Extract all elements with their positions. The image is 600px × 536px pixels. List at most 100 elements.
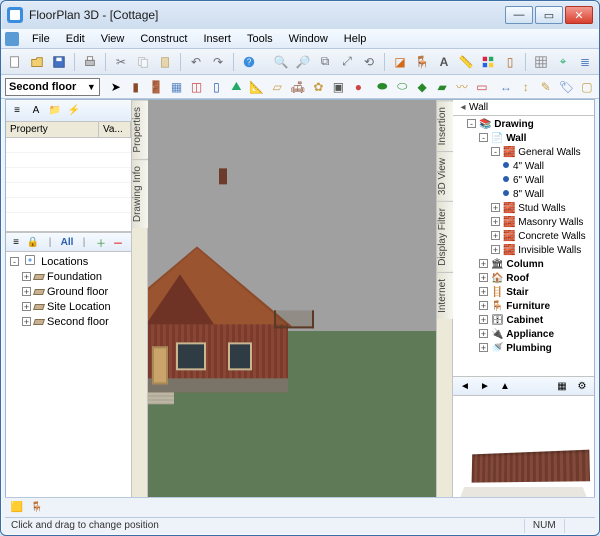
loc-all-label[interactable]: All: [60, 235, 74, 249]
sidetab-properties[interactable]: Properties: [132, 100, 148, 159]
slab-tool[interactable]: ▱: [269, 77, 285, 97]
column-tool[interactable]: ▯: [208, 77, 224, 97]
menu-help[interactable]: Help: [337, 31, 374, 47]
maximize-button[interactable]: ▭: [535, 6, 563, 24]
loc-add-icon[interactable]: ＋: [94, 235, 108, 249]
lib-4-wall[interactable]: 4" Wall: [503, 160, 592, 174]
lib-8-wall[interactable]: 8" Wall: [503, 188, 592, 202]
render-style-icon[interactable]: ◪: [390, 52, 410, 72]
zoom-window-icon[interactable]: ⧉: [315, 52, 335, 72]
dim-area-icon[interactable]: ▢: [579, 77, 595, 97]
terrain-3-icon[interactable]: ◆: [414, 77, 430, 97]
prop-sort-icon[interactable]: A: [28, 103, 44, 119]
path-tool[interactable]: 〰: [454, 77, 470, 97]
zoom-prev-icon[interactable]: ⟲: [359, 52, 379, 72]
floor-selector[interactable]: Second floor ▼: [5, 78, 100, 96]
twisty-icon[interactable]: -: [10, 257, 19, 266]
locations-tree[interactable]: - Locations +Foundation +Ground floor +S…: [6, 252, 131, 516]
tree-item-second[interactable]: +Second floor: [22, 315, 129, 330]
open-button[interactable]: [27, 52, 47, 72]
new-button[interactable]: [5, 52, 25, 72]
menu-tools[interactable]: Tools: [240, 31, 280, 47]
book-icon[interactable]: ▯: [500, 52, 520, 72]
label-icon[interactable]: 🏷: [558, 77, 575, 97]
sidetab-display-filter[interactable]: Display Filter: [437, 201, 453, 272]
paste-button[interactable]: [155, 52, 175, 72]
property-grid[interactable]: Property Va...: [6, 122, 131, 232]
copy-button[interactable]: [133, 52, 153, 72]
symbol-tool[interactable]: ✿: [310, 77, 326, 97]
terrain-2-icon[interactable]: ⬭: [394, 77, 410, 97]
roof-tool[interactable]: ⛰: [228, 77, 244, 97]
tree-root[interactable]: - Locations +Foundation +Ground floor +S…: [10, 255, 129, 330]
aux-icon-1[interactable]: 🟨: [9, 500, 25, 516]
save-button[interactable]: [49, 52, 69, 72]
camera-tool[interactable]: ▣: [330, 77, 346, 97]
3d-canvas[interactable]: [148, 100, 436, 498]
measure-icon[interactable]: 📏: [456, 52, 476, 72]
lib-invisible-walls[interactable]: +🧱 Invisible Walls: [491, 244, 592, 258]
tree-item-ground[interactable]: +Ground floor: [22, 285, 129, 300]
lib-fwd-icon[interactable]: ►: [477, 378, 493, 394]
text-tool-icon[interactable]: A: [434, 52, 454, 72]
text-box-icon[interactable]: ✎: [538, 77, 554, 97]
twisty-icon[interactable]: +: [22, 302, 31, 311]
prop-rows[interactable]: [6, 138, 131, 222]
lib-cabinet[interactable]: +🗄 Cabinet: [479, 314, 592, 328]
lib-general-walls[interactable]: -🧱 General Walls 4" Wall 6" Wall 8" Wall: [491, 146, 592, 202]
menu-file[interactable]: File: [25, 31, 57, 47]
zoom-in-icon[interactable]: 🔍: [271, 52, 291, 72]
lib-6-wall[interactable]: 6" Wall: [503, 174, 592, 188]
lib-root[interactable]: -📚 Drawing -📄 Wall -🧱 General Walls 4" W…: [467, 118, 592, 356]
cut-button[interactable]: ✂: [111, 52, 131, 72]
menu-edit[interactable]: Edit: [59, 31, 92, 47]
select-tool[interactable]: ➤: [108, 77, 124, 97]
lib-roof[interactable]: +🏠 Roof: [479, 272, 592, 286]
menu-construct[interactable]: Construct: [133, 31, 194, 47]
lib-stud-walls[interactable]: +🧱 Stud Walls: [491, 202, 592, 216]
terrain-4-icon[interactable]: ▰: [434, 77, 450, 97]
menu-window[interactable]: Window: [282, 31, 335, 47]
tree-item-site[interactable]: +Site Location: [22, 300, 129, 315]
lib-view-icon[interactable]: ▦: [554, 378, 570, 394]
dim-1-icon[interactable]: ↔: [498, 77, 514, 97]
print-button[interactable]: [80, 52, 100, 72]
lib-concrete-walls[interactable]: +🧱 Concrete Walls: [491, 230, 592, 244]
crumb-label[interactable]: Wall: [469, 102, 488, 113]
stair-tool[interactable]: 📐: [248, 77, 265, 97]
sidetab-internet[interactable]: Internet: [437, 272, 453, 319]
loc-list-icon[interactable]: ≡: [9, 235, 23, 249]
redo-button[interactable]: ↷: [208, 52, 228, 72]
zoom-out-icon[interactable]: 🔎: [293, 52, 313, 72]
sidetab-drawing-info[interactable]: Drawing Info: [132, 159, 148, 228]
twisty-icon[interactable]: +: [22, 272, 31, 281]
minimize-button[interactable]: ―: [505, 6, 533, 24]
prop-lightning-icon[interactable]: ⚡: [66, 103, 82, 119]
aux-icon-2[interactable]: 🪑: [29, 500, 45, 516]
lib-up-icon[interactable]: ▲: [497, 378, 513, 394]
lib-stair[interactable]: +🪜 Stair: [479, 286, 592, 300]
prop-cat-icon[interactable]: ≡: [9, 103, 25, 119]
loc-lock-icon[interactable]: 🔒: [26, 235, 40, 249]
door-tool[interactable]: 🚪: [148, 77, 165, 97]
grid-icon[interactable]: [531, 52, 551, 72]
dim-2-icon[interactable]: ↕: [518, 77, 534, 97]
twisty-icon[interactable]: +: [22, 287, 31, 296]
tree-item-foundation[interactable]: +Foundation: [22, 270, 129, 285]
region-tool[interactable]: ▭: [474, 77, 490, 97]
lib-masonry-walls[interactable]: +🧱 Masonry Walls: [491, 216, 592, 230]
help-button[interactable]: ?: [239, 52, 259, 72]
zoom-fit-icon[interactable]: ⤢: [337, 52, 357, 72]
lib-plumbing[interactable]: +🚿 Plumbing: [479, 342, 592, 356]
opening-tool[interactable]: ◫: [189, 77, 205, 97]
lib-prefs-icon[interactable]: ⚙: [574, 378, 590, 394]
materials-icon[interactable]: [478, 52, 498, 72]
lib-back-icon[interactable]: ◄: [457, 378, 473, 394]
chair-icon[interactable]: 🪑: [412, 52, 432, 72]
wall-tool[interactable]: ▮: [128, 77, 144, 97]
loc-remove-icon[interactable]: －: [111, 235, 125, 249]
sidetab-3dview[interactable]: 3D View: [437, 151, 453, 201]
snap-icon[interactable]: ⌖: [553, 52, 573, 72]
sidetab-insertion[interactable]: Insertion: [437, 100, 453, 151]
prop-folder-icon[interactable]: 📁: [47, 103, 63, 119]
